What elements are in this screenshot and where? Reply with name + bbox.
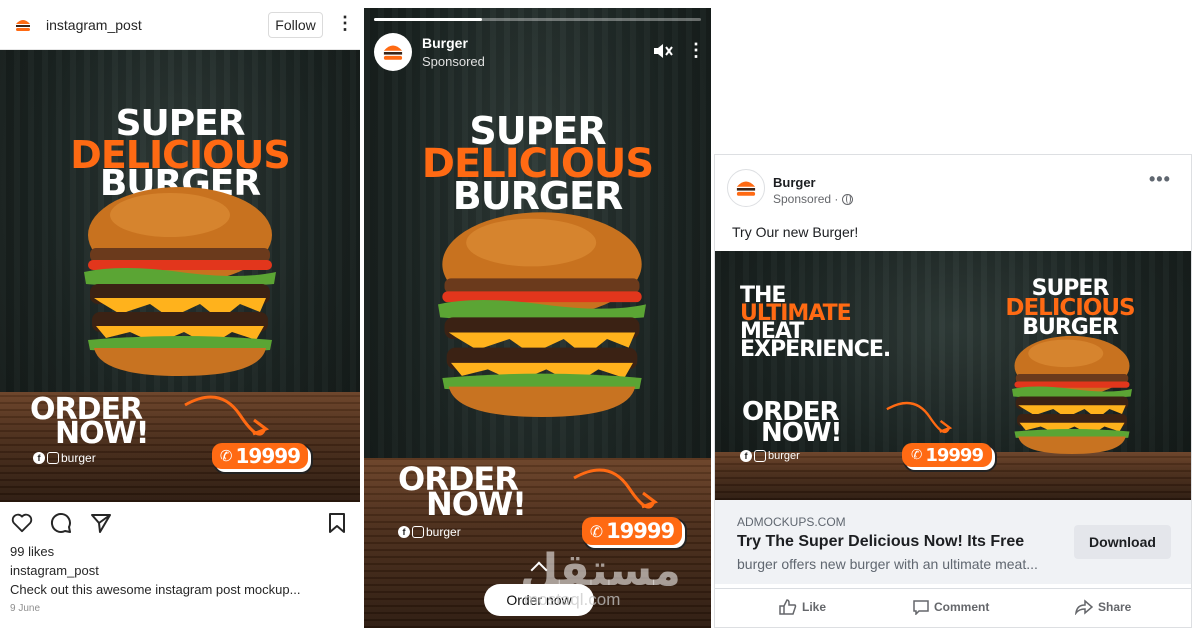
comment-icon[interactable] — [50, 512, 72, 534]
share-icon — [1075, 599, 1093, 615]
like-icon — [779, 599, 797, 615]
social-handle: f burger — [398, 525, 461, 539]
social-handle: f burger — [740, 450, 800, 462]
mute-icon[interactable] — [652, 41, 674, 61]
instagram-icon — [47, 452, 59, 464]
story-image: SUPER DELICIOUS BURGER ORDER NOW! f burg… — [364, 8, 711, 628]
phone-icon: ✆ — [219, 447, 233, 465]
fb-link-domain: ADMOCKUPS.COM — [737, 515, 846, 529]
story-progress-fill — [374, 18, 482, 21]
instagram-icon — [754, 450, 766, 462]
fb-brand-name[interactable]: Burger — [773, 175, 816, 190]
order-now-line2: NOW! — [761, 418, 842, 448]
post-caption: Check out this awesome instagram post mo… — [10, 582, 301, 597]
fb-ad-image[interactable]: THE ULTIMATE MEAT EXPERIENCE. ORDER NOW!… — [715, 251, 1191, 500]
fb-action-bar: Like Comment Share — [715, 588, 1191, 628]
instagram-icon — [412, 526, 424, 538]
price-value: 19999 — [925, 444, 984, 466]
price-tag: ✆ 19999 — [212, 443, 308, 469]
burger-image — [1012, 335, 1132, 454]
instagram-post-mockup: instagram_post Follow ⋮ SUPER DELICIOUS … — [0, 0, 360, 628]
avatar[interactable] — [727, 169, 765, 207]
arrow-icon — [184, 395, 270, 436]
story-sponsored-label: Sponsored — [422, 54, 485, 69]
download-button[interactable]: Download — [1074, 525, 1171, 559]
watermark-arabic: مستقل — [520, 545, 681, 596]
share-button[interactable]: Share — [1075, 599, 1131, 615]
social-handle: f burger — [33, 451, 96, 465]
facebook-icon: f — [33, 452, 45, 464]
price-tag: ✆ 19999 — [902, 443, 992, 467]
burger-logo-icon — [16, 20, 30, 31]
price-value: 19999 — [235, 444, 301, 468]
order-now-line2: NOW! — [426, 485, 527, 523]
social-handle-text: burger — [61, 451, 96, 465]
meat-line-4: EXPERIENCE. — [740, 337, 891, 362]
more-options-icon[interactable]: ••• — [1149, 169, 1171, 190]
fb-link-preview[interactable]: ADMOCKUPS.COM Try The Super Delicious No… — [715, 500, 1191, 584]
avatar[interactable] — [10, 12, 36, 38]
fb-link-headline[interactable]: Try The Super Delicious Now! Its Free — [737, 533, 1024, 551]
kebab-icon[interactable]: ⋮ — [687, 41, 705, 59]
arrow-icon — [886, 401, 953, 434]
fb-sponsored-text: Sponsored · — [773, 192, 839, 206]
comment-label: Comment — [934, 600, 990, 614]
social-handle-text: burger — [768, 450, 800, 462]
burger-logo-icon — [736, 181, 756, 196]
bookmark-icon[interactable] — [328, 512, 346, 534]
comment-button[interactable]: Comment — [913, 599, 989, 615]
arrow-icon — [573, 468, 659, 509]
likes-count[interactable]: 99 likes — [10, 544, 54, 559]
kebab-icon[interactable]: ⋮ — [336, 14, 354, 32]
facebook-ad-mockup: Burger Sponsored · ••• Try Our new Burge… — [714, 154, 1192, 628]
send-icon[interactable] — [90, 512, 112, 534]
phone-icon: ✆ — [589, 521, 603, 541]
burger-image — [438, 212, 646, 417]
social-handle-text: burger — [426, 525, 461, 539]
price-tag: ✆ 19999 — [582, 517, 682, 545]
phone-icon: ✆ — [911, 447, 922, 463]
avatar[interactable] — [374, 33, 412, 71]
instagram-story-mockup: SUPER DELICIOUS BURGER ORDER NOW! f burg… — [364, 8, 711, 628]
share-label: Share — [1098, 600, 1132, 614]
facebook-icon: f — [740, 450, 752, 462]
story-progress-bar — [374, 18, 701, 21]
price-value: 19999 — [606, 519, 675, 543]
caption-username[interactable]: instagram_post — [10, 563, 99, 578]
story-brand-name[interactable]: Burger — [422, 35, 468, 51]
fb-link-description: burger offers new burger with an ultimat… — [737, 556, 1038, 572]
order-now-line2: NOW! — [55, 416, 149, 451]
instagram-post-header: instagram_post Follow ⋮ — [0, 0, 360, 50]
post-date: 9 June — [10, 603, 41, 614]
globe-icon — [842, 193, 854, 205]
fb-post-text: Try Our new Burger! — [732, 224, 859, 240]
burger-logo-icon — [383, 45, 403, 60]
instagram-username[interactable]: instagram_post — [46, 17, 142, 33]
burger-image — [84, 187, 276, 376]
like-button[interactable]: Like — [779, 599, 826, 615]
fb-sponsored-label: Sponsored · — [773, 192, 854, 206]
instagram-post-image: SUPER DELICIOUS BURGER ORDER NOW! f burg… — [0, 50, 360, 502]
like-label: Like — [802, 600, 827, 614]
follow-button[interactable]: Follow — [268, 12, 323, 38]
heart-icon[interactable] — [11, 513, 33, 533]
comment-icon — [913, 600, 929, 615]
facebook-icon: f — [398, 526, 410, 538]
watermark-latin: mostaql.com — [524, 590, 621, 609]
